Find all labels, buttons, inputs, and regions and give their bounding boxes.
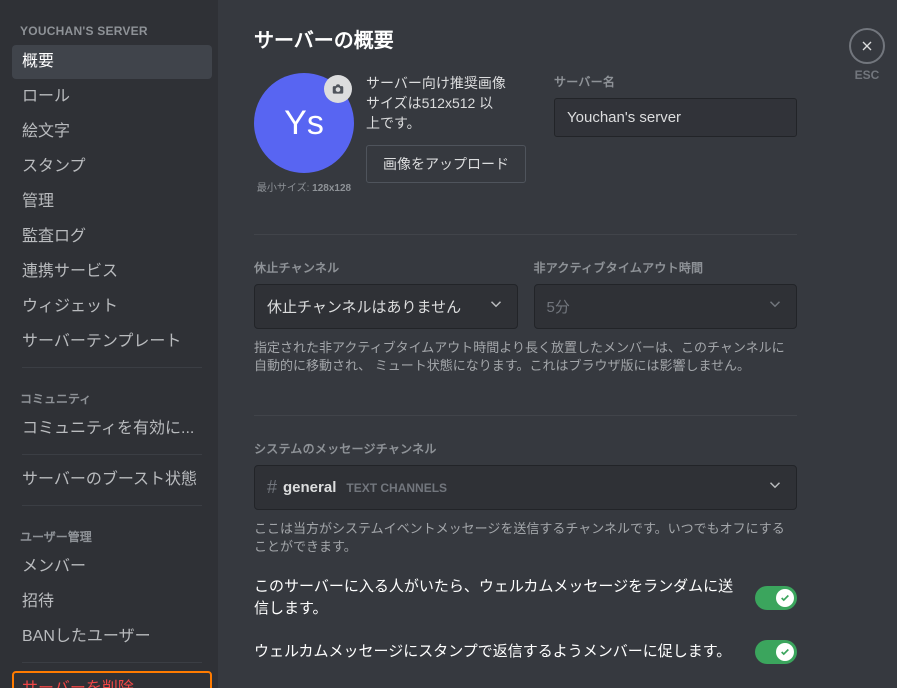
sidebar-item-delete-server[interactable]: サーバーを削除 — [12, 671, 212, 688]
sticker-reply-toggle-label: ウェルカムメッセージにスタンプで返信するようメンバーに促します。 — [254, 641, 735, 663]
sidebar-cat-community: コミュニティ — [12, 376, 212, 411]
sidebar-divider — [22, 454, 202, 455]
sidebar-item-boost-status[interactable]: サーバーのブースト状態 — [12, 463, 212, 497]
sidebar-divider — [22, 505, 202, 506]
sidebar-divider — [22, 662, 202, 663]
toggle-knob — [776, 589, 794, 607]
welcome-message-toggle[interactable] — [755, 586, 797, 610]
sticker-reply-toggle[interactable] — [755, 640, 797, 664]
sidebar-item-invites[interactable]: 招待 — [12, 585, 212, 619]
server-avatar[interactable]: Ys — [254, 73, 354, 173]
sidebar-item-members[interactable]: メンバー — [12, 550, 212, 584]
settings-content: サーバーの概要 Ys 最小サイズ: 128x128 サーバー向け推奨画像サイズは… — [218, 0, 837, 688]
system-channel-category: TEXT CHANNELS — [346, 481, 447, 495]
sidebar-divider — [22, 367, 202, 368]
welcome-message-toggle-label: このサーバーに入る人がいたら、ウェルカムメッセージをランダムに送信します。 — [254, 576, 735, 620]
chevron-down-icon — [766, 295, 784, 318]
afk-timeout-value: 5分 — [547, 296, 570, 317]
afk-help-text: 指定された非アクティブタイムアウト時間より長く放置したメンバーは、このチャンネル… — [254, 339, 797, 375]
chevron-down-icon — [766, 476, 784, 499]
sidebar-item-widget[interactable]: ウィジェット — [12, 290, 212, 324]
afk-timeout-label: 非アクティブタイムアウト時間 — [534, 259, 798, 276]
sidebar-item-bans[interactable]: BANしたユーザー — [12, 620, 212, 654]
sidebar-cat-users: ユーザー管理 — [12, 514, 212, 549]
sidebar-item-moderation[interactable]: 管理 — [12, 185, 212, 219]
system-channel-name: general — [283, 479, 336, 496]
system-channel-select[interactable]: # general TEXT CHANNELS — [254, 465, 797, 510]
esc-label: ESC — [837, 68, 897, 82]
chevron-down-icon — [487, 295, 505, 318]
sidebar-item-overview[interactable]: 概要 — [12, 45, 212, 79]
settings-sidebar: YOUCHAN'S SERVER 概要 ロール 絵文字 スタンプ 管理 監査ログ… — [0, 0, 218, 688]
sidebar-item-stickers[interactable]: スタンプ — [12, 150, 212, 184]
upload-image-icon — [331, 82, 345, 96]
close-button[interactable] — [849, 28, 885, 64]
section-divider — [254, 234, 797, 235]
close-column: ESC — [837, 0, 897, 688]
toggle-knob — [776, 643, 794, 661]
sidebar-item-emoji[interactable]: 絵文字 — [12, 115, 212, 149]
server-name-label: サーバー名 — [554, 73, 797, 90]
sidebar-server-header: YOUCHAN'S SERVER — [12, 20, 212, 44]
server-name-input[interactable] — [554, 98, 797, 137]
system-channel-label: システムのメッセージチャンネル — [254, 440, 797, 457]
section-divider — [254, 415, 797, 416]
sidebar-item-enable-community[interactable]: コミュニティを有効に... — [12, 412, 212, 446]
sidebar-item-template[interactable]: サーバーテンプレート — [12, 325, 212, 359]
avatar-size-hint: 最小サイズ: 128x128 — [254, 179, 354, 194]
avatar-recommendation-text: サーバー向け推奨画像サイズは512x512 以上です。 — [366, 73, 506, 133]
avatar-edit-badge[interactable] — [324, 75, 352, 103]
afk-timeout-select[interactable]: 5分 — [534, 284, 798, 329]
upload-image-button[interactable]: 画像をアップロード — [366, 145, 526, 183]
page-title: サーバーの概要 — [254, 24, 797, 53]
avatar-initials: Ys — [284, 104, 324, 143]
sidebar-item-audit-log[interactable]: 監査ログ — [12, 220, 212, 254]
sidebar-item-integrations[interactable]: 連携サービス — [12, 255, 212, 289]
sidebar-item-roles[interactable]: ロール — [12, 80, 212, 114]
afk-channel-select[interactable]: 休止チャンネルはありません — [254, 284, 518, 329]
close-icon — [859, 38, 875, 54]
hash-icon: # — [267, 477, 277, 498]
check-icon — [780, 593, 790, 603]
check-icon — [780, 647, 790, 657]
afk-channel-label: 休止チャンネル — [254, 259, 518, 276]
system-channel-help-text: ここは当方がシステムイベントメッセージを送信するチャンネルです。いつでもオフにす… — [254, 520, 797, 556]
afk-channel-value: 休止チャンネルはありません — [267, 296, 461, 317]
